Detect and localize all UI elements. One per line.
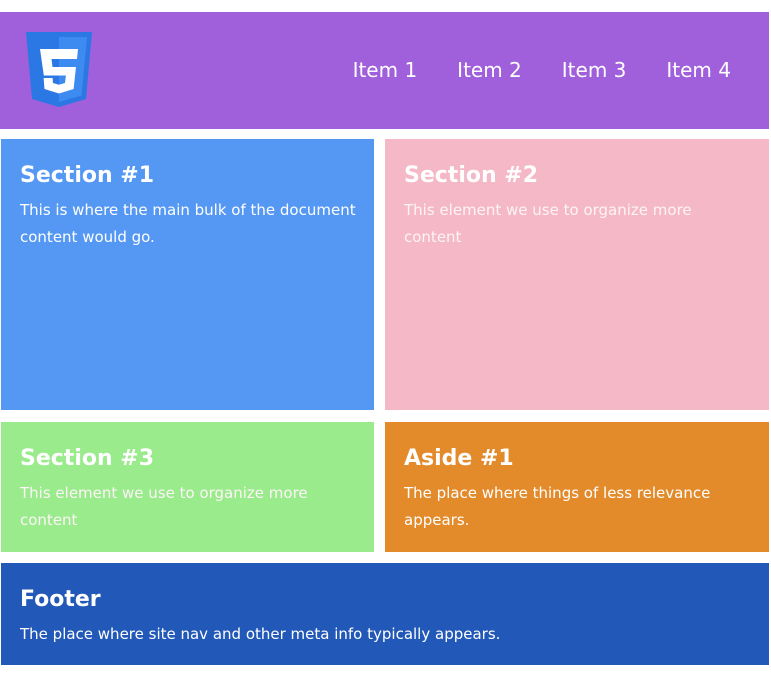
aside-1-text: The place where things of less relevance… bbox=[404, 484, 711, 529]
aside-1-title: Aside #1 bbox=[404, 446, 514, 471]
section-1: Section #1 This is where the main bulk o… bbox=[1, 139, 374, 410]
nav-item-2[interactable]: Item 2 bbox=[457, 56, 522, 84]
section-3-text: This element we use to organize more con… bbox=[20, 484, 308, 529]
footer: Footer The place where site nav and othe… bbox=[1, 563, 769, 665]
header: Item 1 Item 2 Item 3 Item 4 bbox=[0, 12, 769, 129]
nav-item-4[interactable]: Item 4 bbox=[666, 56, 731, 84]
nav-item-3[interactable]: Item 3 bbox=[562, 56, 627, 84]
section-2: Section #2 This element we use to organi… bbox=[385, 139, 769, 410]
section-2-text: This element we use to organize more con… bbox=[404, 201, 692, 246]
section-2-title: Section #2 bbox=[404, 163, 539, 188]
footer-text: The place where site nav and other meta … bbox=[20, 625, 501, 643]
nav-menu: Item 1 Item 2 Item 3 Item 4 bbox=[353, 56, 731, 84]
section-1-text: This is where the main bulk of the docum… bbox=[20, 201, 356, 246]
section-3: Section #3 This element we use to organi… bbox=[1, 422, 374, 552]
footer-title: Footer bbox=[20, 587, 101, 612]
section-3-title: Section #3 bbox=[20, 446, 155, 471]
page: Item 1 Item 2 Item 3 Item 4 Section #1 T… bbox=[0, 0, 771, 677]
aside-1: Aside #1 The place where things of less … bbox=[385, 422, 769, 552]
nav-item-1[interactable]: Item 1 bbox=[353, 56, 418, 84]
section-1-title: Section #1 bbox=[20, 163, 155, 188]
css3-icon bbox=[26, 32, 92, 107]
